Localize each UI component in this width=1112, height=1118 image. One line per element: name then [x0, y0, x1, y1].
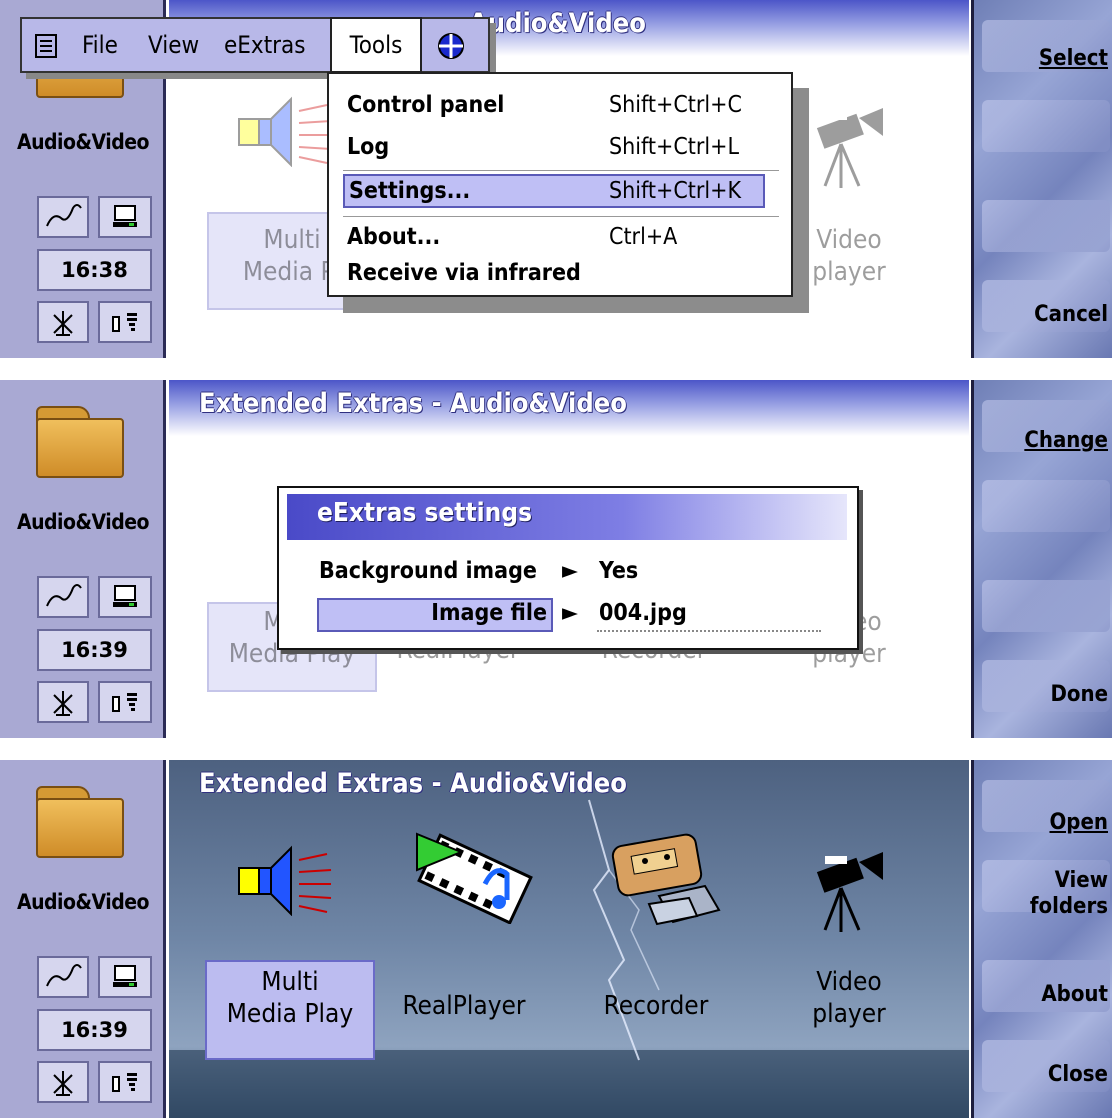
clock: 16:38 — [37, 249, 152, 291]
location-label: Audio&Video — [16, 890, 150, 914]
dialog-title: eExtras settings — [317, 498, 533, 528]
no-signal-icon — [37, 1061, 89, 1103]
computer-icon[interactable] — [98, 196, 152, 238]
setting-value-image-file[interactable]: 004.jpg — [599, 600, 687, 626]
no-signal-icon — [37, 301, 89, 343]
menu-view[interactable]: View — [148, 19, 199, 71]
status-bar: Audio&Video 16:39 — [0, 760, 166, 1118]
menu-eextras[interactable]: eExtras — [224, 19, 306, 71]
title-bar: Extended Extras - Audio&Video — [169, 380, 969, 436]
command-button-area: Select Cancel — [971, 0, 1112, 358]
app-label-recorder[interactable]: Recorder — [571, 990, 741, 1022]
done-button[interactable]: Done — [1050, 682, 1108, 708]
menu-item-control-panel[interactable]: Control panel Shift+Ctrl+C — [343, 90, 773, 124]
battery-icon — [98, 301, 152, 343]
settings-dialog: eExtras settings Background image ► Yes … — [277, 486, 859, 650]
screen-settings-dialog: Audio&Video 16:39 Extended Extras - Audi… — [0, 380, 1112, 738]
video-camera-icon[interactable] — [801, 844, 901, 938]
page-title: Audio&Video — [469, 8, 646, 39]
speaker-icon[interactable] — [237, 95, 337, 171]
cable-icon[interactable] — [37, 956, 89, 998]
menu-tools[interactable]: Tools — [330, 17, 422, 73]
close-button[interactable]: Close — [1048, 1062, 1108, 1088]
location-label: Audio&Video — [16, 130, 150, 154]
command-button-area: Open View folders About Close — [971, 760, 1112, 1118]
setting-label-image-file[interactable]: Image file — [317, 600, 547, 626]
screen-app-launcher: Audio&Video 16:39 Extended Extras - Audi… — [0, 760, 1112, 1118]
battery-icon — [98, 1061, 152, 1103]
realplayer-icon[interactable] — [405, 824, 535, 928]
arrow-right-icon: ► — [562, 600, 578, 626]
select-button[interactable]: Select — [1039, 46, 1108, 72]
dialog-title-bar: eExtras settings — [287, 494, 847, 540]
menu-item-settings[interactable]: Settings... Shift+Ctrl+K — [343, 174, 765, 208]
menu-item-log[interactable]: Log Shift+Ctrl+L — [343, 132, 773, 166]
no-signal-icon — [37, 681, 89, 723]
cable-icon[interactable] — [37, 576, 89, 618]
app-label-video-player[interactable]: Videoplayer — [779, 224, 919, 288]
about-button[interactable]: About — [1041, 982, 1108, 1008]
arrow-right-icon: ► — [562, 558, 578, 584]
cancel-button[interactable]: Cancel — [1034, 302, 1108, 328]
computer-icon[interactable] — [98, 956, 152, 998]
view-folders-button[interactable]: View folders — [998, 868, 1108, 920]
app-label-multimedia[interactable]: MultiMedia Play — [205, 966, 375, 1030]
web-icon[interactable] — [436, 19, 466, 71]
speaker-icon[interactable] — [237, 844, 337, 920]
menu-item-about[interactable]: About... Ctrl+A — [343, 222, 773, 256]
app-label-video-player[interactable]: Videoplayer — [779, 966, 919, 1030]
setting-label-background: Background image — [319, 558, 537, 584]
title-bar: Extended Extras - Audio&Video — [169, 760, 969, 816]
screen-tools-menu: Audio&Video 16:38 Audio&Video Multi Media… — [0, 0, 1112, 358]
open-button[interactable]: Open — [1049, 810, 1108, 836]
menu-item-receive-infrared[interactable]: Receive via infrared — [343, 258, 773, 292]
clock: 16:39 — [37, 629, 152, 671]
location-label: Audio&Video — [16, 510, 150, 534]
main-area: Extended Extras - Audio&Video MultiMedia… — [169, 760, 969, 1118]
menu-bar: File View eExtras Tools — [20, 17, 490, 73]
cable-icon[interactable] — [37, 196, 89, 238]
page-title: Extended Extras - Audio&Video — [199, 388, 627, 419]
app-label-realplayer[interactable]: RealPlayer — [379, 990, 549, 1022]
video-camera-icon[interactable] — [801, 100, 901, 194]
folder-icon — [36, 786, 124, 858]
clock: 16:39 — [37, 1009, 152, 1051]
change-button[interactable]: Change — [1024, 428, 1108, 454]
folder-icon — [36, 406, 124, 478]
command-button-area: Change Done — [971, 380, 1112, 738]
list-icon[interactable] — [34, 19, 60, 71]
input-underline — [597, 630, 821, 632]
computer-icon[interactable] — [98, 576, 152, 618]
battery-icon — [98, 681, 152, 723]
setting-value-background[interactable]: Yes — [599, 558, 638, 584]
status-bar: Audio&Video 16:39 — [0, 380, 166, 738]
tools-dropdown: Control panel Shift+Ctrl+C Log Shift+Ctrl+… — [327, 72, 793, 297]
menu-file[interactable]: File — [82, 19, 118, 71]
cassette-recorder-icon[interactable] — [609, 830, 729, 934]
page-title: Extended Extras - Audio&Video — [199, 768, 627, 799]
